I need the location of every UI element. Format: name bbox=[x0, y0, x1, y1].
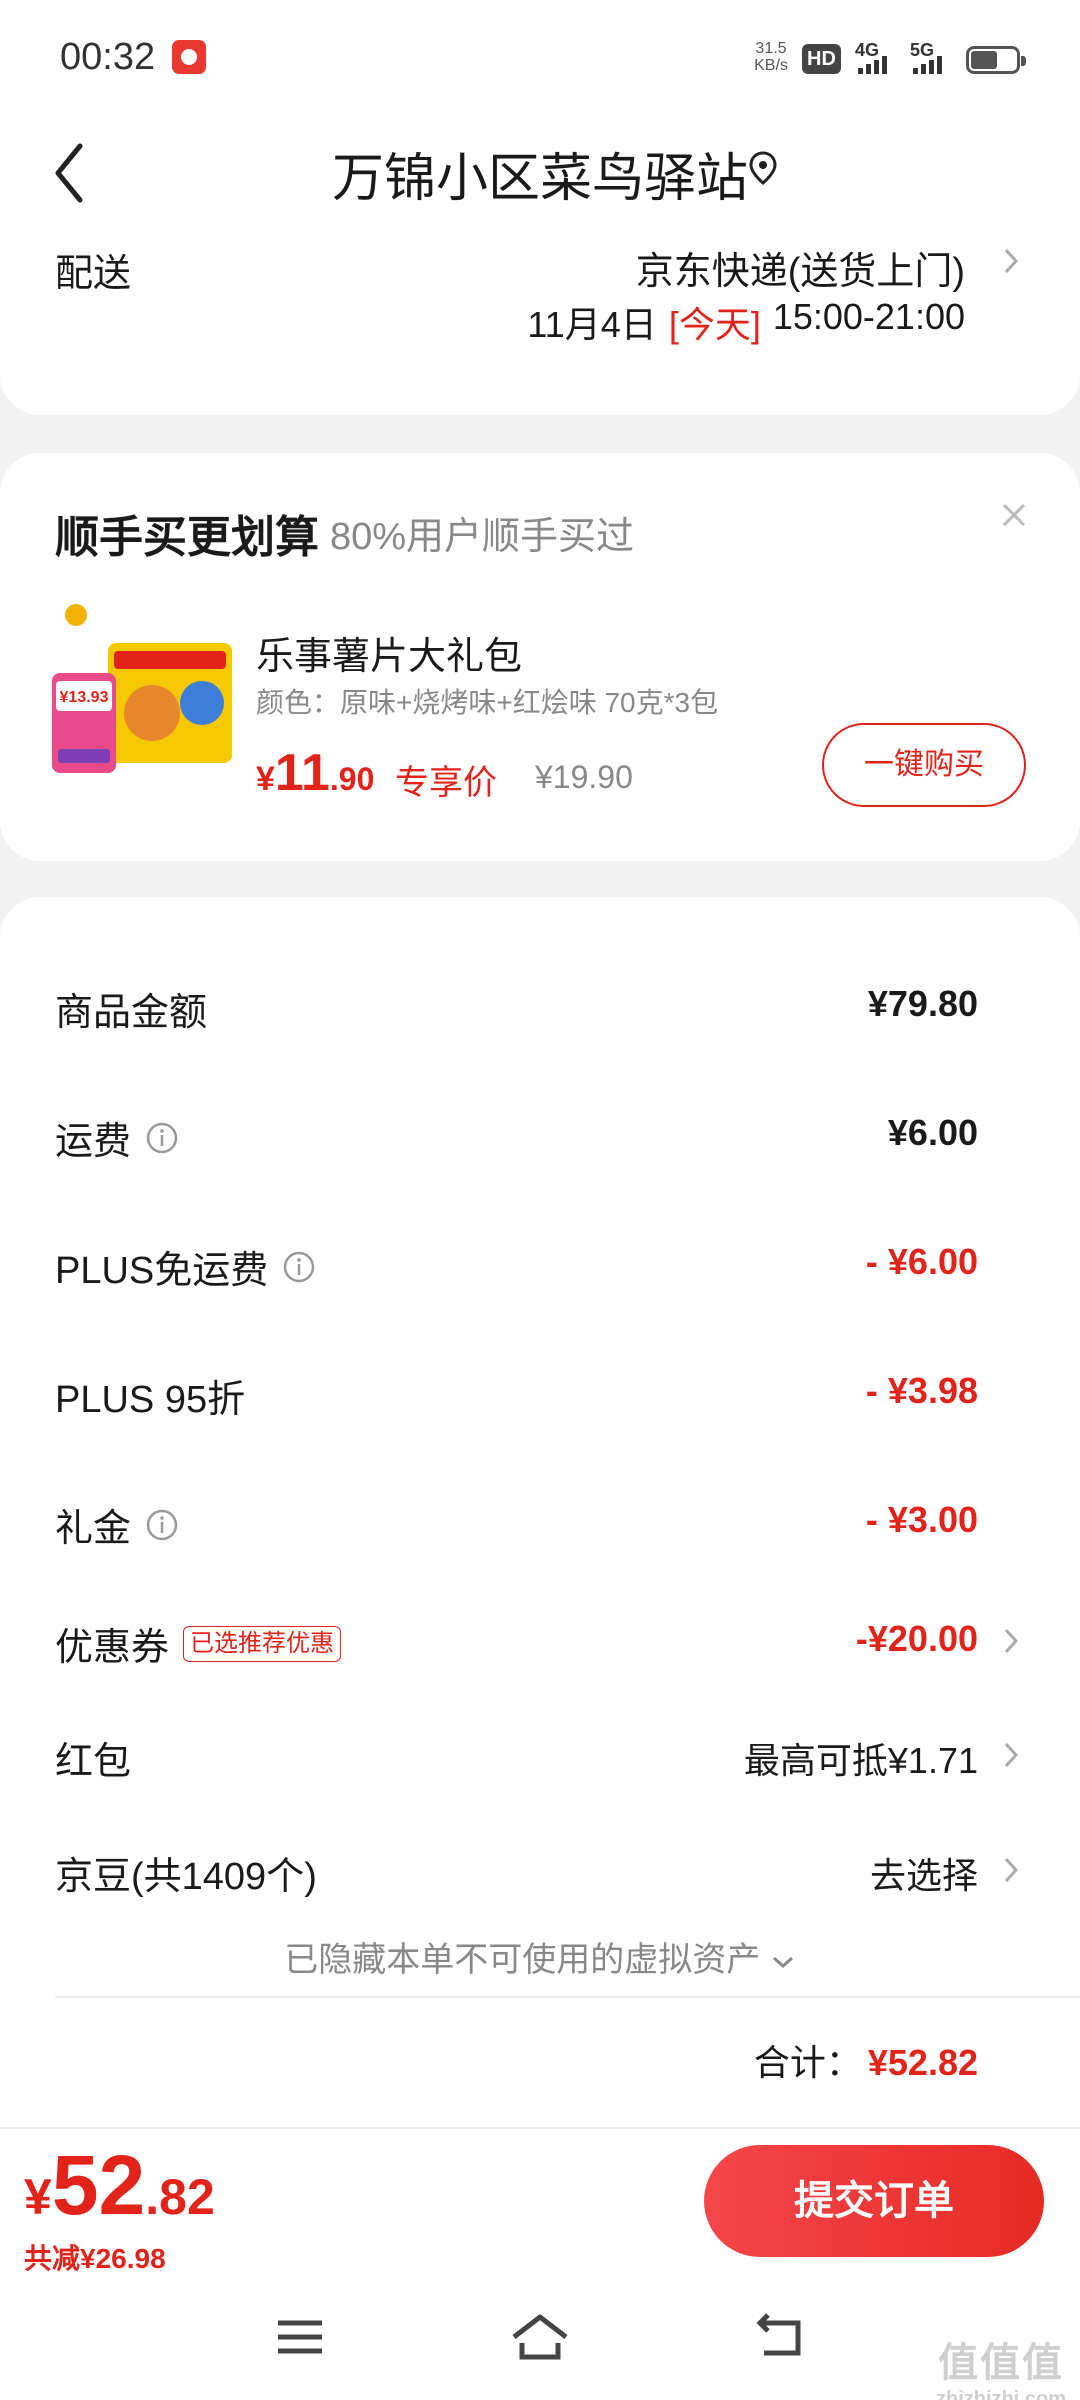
summary-label-wrap: PLUS免运费 bbox=[55, 1239, 316, 1294]
status-bar: 00:32 31.5 KB/s HD 4G 5G bbox=[0, 0, 1080, 120]
product-price-symbol: ¥ bbox=[256, 760, 275, 798]
page-title: 万锦小区菜鸟驿站 bbox=[331, 150, 748, 208]
home-icon[interactable] bbox=[508, 2309, 572, 2365]
summary-row-shipping: 运费 ¥6.00 bbox=[0, 1094, 1080, 1174]
delivery-today-tag: [今天] bbox=[668, 304, 761, 345]
hd-icon: HD bbox=[802, 44, 841, 74]
hidden-assets-label: 已隐藏本单不可使用的虚拟资产 bbox=[284, 1941, 761, 1979]
signal-5g-icon bbox=[913, 52, 942, 74]
hidden-assets-toggle[interactable]: 已隐藏本单不可使用的虚拟资产 bbox=[0, 1932, 1080, 1981]
upsell-card: 顺手买更划算 80%用户顺手买过 ¥13.93 乐事薯片大礼包 颜色：原味+烧烤… bbox=[0, 453, 1080, 861]
payable-price-symbol: ¥ bbox=[24, 2169, 52, 2225]
system-nav-bar bbox=[0, 2277, 1080, 2400]
summary-label: 商品金额 bbox=[55, 992, 208, 1034]
product-price: ¥ 11 .90 bbox=[256, 743, 374, 803]
checkout-bar: ¥ 52 .82 共减¥26.98 提交订单 bbox=[0, 2127, 1080, 2277]
payable-price-dec: .82 bbox=[145, 2169, 215, 2225]
summary-label-wrap: 优惠券 已选推荐优惠 bbox=[55, 1616, 342, 1671]
summary-value: ¥79.80 bbox=[867, 983, 978, 1024]
watermark-site: zhizhizhi.com bbox=[936, 2388, 1066, 2400]
chevron-right-icon[interactable] bbox=[1002, 246, 1020, 276]
one-click-buy-button[interactable]: 一键购买 bbox=[822, 723, 1026, 807]
summary-label-wrap: 运费 bbox=[55, 1110, 179, 1165]
product-original-price: ¥19.90 bbox=[535, 759, 633, 795]
summary-value: - ¥3.00 bbox=[865, 1499, 978, 1540]
delivery-label: 配送 bbox=[55, 253, 132, 295]
product-price-int: 11 bbox=[274, 744, 330, 802]
app-notification-icon bbox=[172, 40, 206, 74]
submit-order-button[interactable]: 提交订单 bbox=[704, 2145, 1044, 2257]
summary-label: PLUS 95折 bbox=[55, 1379, 246, 1421]
location-pin-icon[interactable] bbox=[748, 150, 778, 186]
chevron-down-icon bbox=[772, 1956, 793, 1969]
network-speed-value: 31.5 bbox=[755, 40, 787, 57]
product-image[interactable]: ¥13.93 bbox=[52, 603, 238, 783]
summary-label: 运费 bbox=[55, 1121, 132, 1163]
summary-row-plus-discount: PLUS 95折 - ¥3.98 bbox=[0, 1352, 1080, 1432]
summary-row-plus-free-shipping: PLUS免运费 - ¥6.00 bbox=[0, 1223, 1080, 1303]
summary-value: -¥20.00 bbox=[855, 1618, 978, 1659]
info-icon[interactable] bbox=[282, 1250, 316, 1284]
payable-price-int: 52 bbox=[51, 2138, 146, 2232]
upsell-subtitle: 80%用户顺手买过 bbox=[330, 516, 635, 558]
summary-value: - ¥3.98 bbox=[865, 1370, 978, 1411]
summary-row-goods-amount: 商品金额 ¥79.80 bbox=[0, 965, 1080, 1045]
product-spec: 颜色：原味+烧烤味+红烩味 70克*3包 bbox=[256, 687, 719, 718]
product-image-price: ¥13.93 bbox=[60, 689, 109, 706]
info-icon[interactable] bbox=[145, 1121, 179, 1155]
delivery-card: 万锦小区菜鸟驿站 配送 京东快递(送货上门) 11月4日 [今天] 15:00-… bbox=[0, 120, 1080, 415]
summary-row-jd-beans[interactable]: 京豆(共1409个) 去选择 bbox=[0, 1829, 1080, 1909]
signal-4g-icon bbox=[858, 52, 887, 74]
summary-label: 京豆(共1409个) bbox=[55, 1856, 317, 1898]
chevron-right-icon[interactable] bbox=[1002, 1855, 1020, 1885]
summary-value: 去选择 bbox=[869, 1855, 978, 1896]
summary-value: ¥6.00 bbox=[887, 1112, 978, 1153]
back-nav-icon[interactable] bbox=[750, 2309, 810, 2365]
delivery-date: 11月4日 bbox=[527, 304, 657, 345]
chevron-right-icon[interactable] bbox=[1002, 1740, 1020, 1770]
product-name[interactable]: 乐事薯片大礼包 bbox=[256, 625, 522, 680]
network-speed-unit: KB/s bbox=[754, 57, 788, 74]
status-time: 00:32 bbox=[60, 36, 156, 78]
summary-label: 红包 bbox=[55, 1741, 132, 1783]
divider bbox=[55, 1996, 1080, 1998]
chevron-right-icon[interactable] bbox=[1002, 1626, 1020, 1656]
summary-value: - ¥6.00 bbox=[865, 1241, 978, 1282]
network-speed: 31.5 KB/s bbox=[750, 40, 792, 74]
battery-icon bbox=[966, 46, 1026, 74]
upsell-title: 顺手买更划算 bbox=[55, 513, 319, 562]
delivery-method[interactable]: 京东快递(送货上门) bbox=[636, 240, 965, 295]
summary-row-red-packet[interactable]: 红包 最高可抵¥1.71 bbox=[0, 1714, 1080, 1794]
total-label: 合计： bbox=[753, 2042, 862, 2083]
summary-row-gift-money: 礼金 - ¥3.00 bbox=[0, 1481, 1080, 1561]
delivery-time[interactable]: 11月4日 [今天] 15:00-21:00 bbox=[527, 296, 965, 348]
watermark-main: 值值值 bbox=[938, 2341, 1064, 2385]
summary-value: 最高可抵¥1.71 bbox=[743, 1740, 978, 1781]
total-saved: 共减¥26.98 bbox=[24, 2243, 166, 2274]
summary-label: PLUS免运费 bbox=[55, 1250, 269, 1292]
total-line: 合计： ¥52.82 bbox=[754, 2034, 978, 2086]
delivery-time-window: 15:00-21:00 bbox=[772, 296, 965, 337]
payable-price: ¥ 52 .82 bbox=[24, 2137, 215, 2234]
total-value: ¥52.82 bbox=[867, 2042, 978, 2083]
summary-row-coupon[interactable]: 优惠券 已选推荐优惠 -¥20.00 bbox=[0, 1600, 1080, 1680]
close-icon[interactable] bbox=[996, 497, 1032, 533]
summary-label: 礼金 bbox=[55, 1508, 132, 1550]
coupon-tag: 已选推荐优惠 bbox=[183, 1625, 342, 1662]
product-price-tag: 专享价 bbox=[395, 764, 497, 802]
summary-label: 优惠券 bbox=[55, 1627, 170, 1669]
menu-icon[interactable] bbox=[270, 2309, 330, 2365]
summary-label-wrap: 礼金 bbox=[55, 1497, 179, 1552]
product-price-dec: .90 bbox=[329, 761, 375, 797]
info-icon[interactable] bbox=[145, 1508, 179, 1542]
watermark: 值值值 zhizhizhi.com bbox=[936, 2330, 1066, 2400]
